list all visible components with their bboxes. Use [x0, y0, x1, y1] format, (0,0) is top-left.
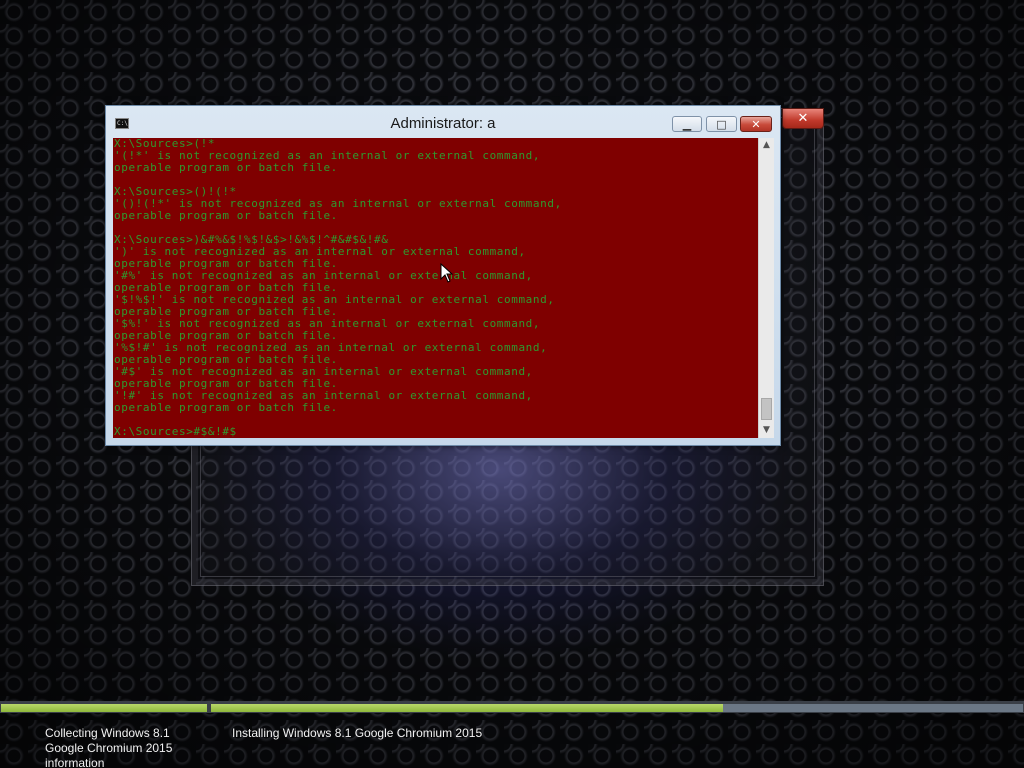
scroll-up-arrow-icon[interactable]: ▲ — [759, 138, 774, 153]
vertical-scrollbar[interactable]: ▲ ▼ — [758, 138, 774, 438]
console-line: operable program or batch file. — [114, 161, 338, 174]
scrollbar-thumb[interactable] — [761, 398, 772, 420]
console-line: operable program or batch file. — [114, 209, 338, 222]
minimize-icon: ▁ — [682, 117, 692, 131]
minimize-button[interactable]: ▁ — [672, 116, 702, 132]
maximize-icon: □ — [716, 117, 727, 131]
step1-label: Collecting Windows 8.1 Google Chromium 2… — [45, 726, 173, 768]
step2-progress-fill — [211, 704, 723, 712]
scroll-down-arrow-icon[interactable]: ▼ — [759, 423, 774, 438]
close-icon: ✕ — [797, 111, 809, 126]
close-button[interactable]: ✕ — [740, 116, 772, 132]
close-icon: ✕ — [751, 117, 761, 131]
command-prompt-titlebar[interactable]: C:\ Administrator: a ▁ □ ✕ — [106, 106, 780, 138]
console-line: X:\Sources>#$&!#$ — [114, 425, 237, 438]
console-lines: X:\Sources>(!* '(!*' is not recognized as… — [113, 138, 758, 438]
maximize-button[interactable]: □ — [706, 116, 737, 132]
step1-progress-fill — [1, 704, 207, 712]
console-output[interactable]: X:\Sources>(!* '(!*' is not recognized as… — [113, 138, 758, 438]
console-line: operable program or batch file. — [114, 401, 338, 414]
setup-window-close-button[interactable]: ✕ — [782, 108, 824, 129]
step2-label: Installing Windows 8.1 Google Chromium 2… — [232, 726, 483, 740]
mouse-pointer-icon — [440, 263, 454, 283]
